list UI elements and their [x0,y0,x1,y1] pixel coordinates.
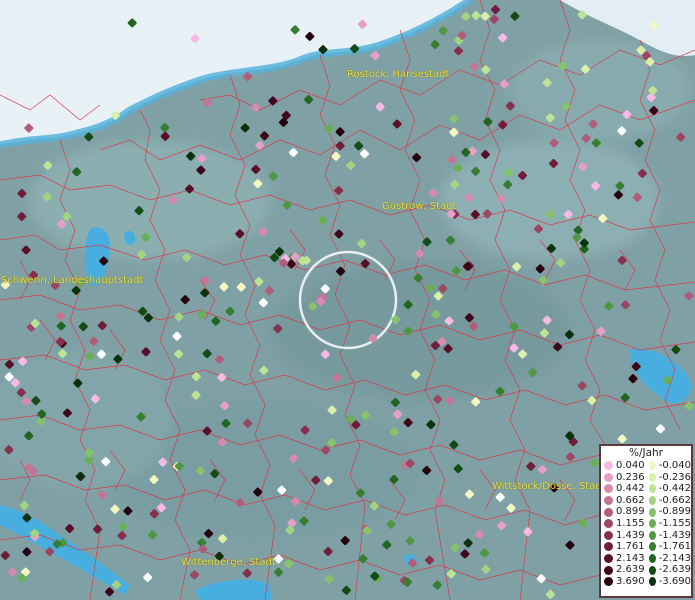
legend-swatch [649,565,656,575]
legend-item-positive: 2.639 [601,564,646,576]
legend-item-negative: -1.761 [646,541,691,553]
legend-label: -2.143 [658,552,691,564]
legend-item-negative: -2.639 [646,564,691,576]
legend-label: -0.899 [658,506,691,518]
legend-item-negative: -0.899 [646,506,691,518]
legend-label: -1.761 [658,541,691,553]
legend-item-positive: 1.761 [601,541,646,553]
legend-row: 0.662 -0.662 [601,495,691,507]
legend-item-positive: 0.236 [601,472,646,484]
legend-swatch [604,507,613,517]
legend-swatch [649,461,656,471]
legend-item-positive: 1.439 [601,530,646,542]
legend-label: -0.662 [658,494,691,506]
legend-label: -3.690 [658,575,691,587]
legend-label: 1.761 [616,541,645,553]
legend-row: 0.899 -0.899 [601,506,691,518]
legend-row: 0.040 -0.040 [601,460,691,472]
legend-swatch [604,472,613,482]
legend-row: 2.143 -2.143 [601,553,691,565]
legend-item-negative: -0.442 [646,483,691,495]
legend-label: 0.662 [616,494,645,506]
legend-item-positive: 3.690 [601,576,646,588]
legend-label: -2.639 [658,564,691,576]
legend-label: -0.040 [658,460,691,471]
legend-item-positive: 0.040 [601,460,646,472]
legend-label: 0.442 [616,483,645,495]
city-label-wittstock: Wittstock/Dosse, Stadt [492,481,606,492]
legend-item-negative: -1.439 [646,530,691,542]
legend-item-negative: -0.662 [646,495,691,507]
legend-row: 2.639 -2.639 [601,564,691,576]
legend-swatch [649,472,656,482]
legend-swatch [649,577,656,587]
legend-swatch [604,565,613,575]
legend-label: 0.040 [616,460,645,471]
legend-item-negative: -3.690 [646,576,691,588]
legend-title: %/Jahr [628,447,664,459]
legend-item-negative: -2.143 [646,553,691,565]
legend-row: 3.690 -3.690 [601,576,691,588]
map-canvas[interactable] [0,0,695,600]
legend-swatch [649,530,656,540]
legend-label: -0.442 [658,483,691,495]
legend-swatch [649,519,656,529]
legend-swatch [604,542,613,552]
legend-rows: 0.040 -0.040 0.236 -0.236 0.442 -0.442 0.662 -0… [601,460,691,588]
legend-swatch [604,530,613,540]
legend-item-positive: 0.899 [601,506,646,518]
legend-label: 1.155 [616,517,645,529]
legend-swatch [649,542,656,552]
legend-swatch [604,519,613,529]
legend-item-negative: -0.236 [646,472,691,484]
legend-label: -1.439 [658,529,691,541]
legend-swatch [649,484,656,494]
legend-swatch [604,461,613,471]
legend-row: 1.761 -1.761 [601,541,691,553]
legend-swatch [649,554,656,564]
city-label-wittenberge: Wittenberge, Stadt [181,557,276,568]
legend-label: 3.690 [616,575,645,587]
legend-item-positive: 2.143 [601,553,646,565]
legend-row: 1.155 -1.155 [601,518,691,530]
city-label-rostock: Rostock, Hansestadt [347,69,450,80]
legend-label: 2.143 [616,552,645,564]
legend-swatch [604,554,613,564]
legend-row: 0.442 -0.442 [601,483,691,495]
legend-item-positive: 0.442 [601,483,646,495]
city-label-schwerin: Schwerin, Landeshauptstadt [1,275,144,286]
legend-row: 0.236 -0.236 [601,472,691,484]
legend-label: 0.899 [616,506,645,518]
legend-label: 1.439 [616,529,645,541]
legend-label: -0.236 [658,471,691,483]
legend-row: 1.439 -1.439 [601,530,691,542]
legend-label: 0.236 [616,471,645,483]
legend-label: -1.155 [658,517,691,529]
legend-item-negative: -1.155 [646,518,691,530]
legend-swatch [604,577,613,587]
legend-swatch [649,507,656,517]
legend-item-negative: -0.040 [646,460,691,472]
city-label-guestrow: Güstrow, Stadt [382,201,457,212]
legend-item-positive: 1.155 [601,518,646,530]
legend-label: 2.639 [616,564,645,576]
legend: %/Jahr 0.040 -0.040 0.236 -0.236 0.442 -0.442… [599,444,693,598]
legend-swatch [649,496,656,506]
legend-swatch [604,496,613,506]
legend-item-positive: 0.662 [601,495,646,507]
legend-swatch [604,484,613,494]
